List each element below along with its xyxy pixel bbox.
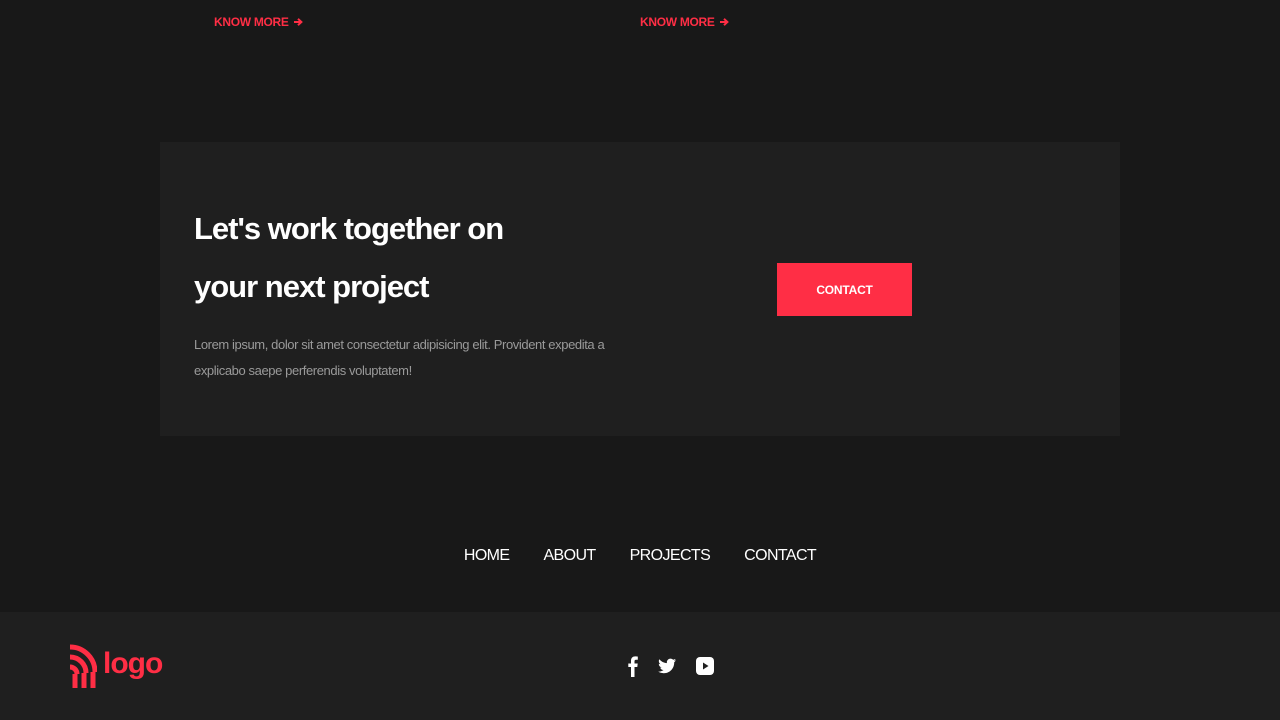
footer-nav-about[interactable]: ABOUT	[543, 545, 596, 567]
twitter-link[interactable]	[658, 654, 676, 678]
twitter-icon	[658, 658, 676, 674]
footer-bar: logo	[0, 612, 1280, 720]
footer-nav-projects[interactable]: PROJECTS	[630, 545, 711, 567]
youtube-link[interactable]	[696, 654, 714, 678]
facebook-icon	[628, 656, 638, 677]
footer-nav: HOME ABOUT PROJECTS CONTACT	[0, 545, 1280, 567]
social-links	[628, 654, 714, 678]
logo-text: logo	[103, 647, 163, 680]
cta-title: Let's work together on your next project	[194, 211, 504, 304]
know-more-link[interactable]: KNOW MORE	[214, 15, 303, 29]
know-more-label: KNOW MORE	[640, 15, 715, 29]
arrow-right-icon	[719, 17, 729, 27]
footer-nav-home[interactable]: HOME	[464, 545, 510, 567]
cta-section: Let's work together on your next project…	[160, 142, 1120, 436]
cta-description: Lorem ipsum, dolor sit amet consectetur …	[194, 337, 605, 378]
youtube-icon	[696, 657, 714, 675]
facebook-link[interactable]	[628, 654, 638, 678]
know-more-label: KNOW MORE	[214, 15, 289, 29]
logo-icon	[69, 644, 97, 688]
logo[interactable]: logo	[67, 644, 163, 688]
contact-button[interactable]: CONTACT	[777, 263, 912, 316]
know-more-link[interactable]: KNOW MORE	[640, 15, 729, 29]
arrow-right-icon	[293, 17, 303, 27]
footer-nav-contact[interactable]: CONTACT	[744, 545, 817, 567]
page: KNOW MORE KNOW MORE Let's work together …	[0, 0, 1280, 720]
